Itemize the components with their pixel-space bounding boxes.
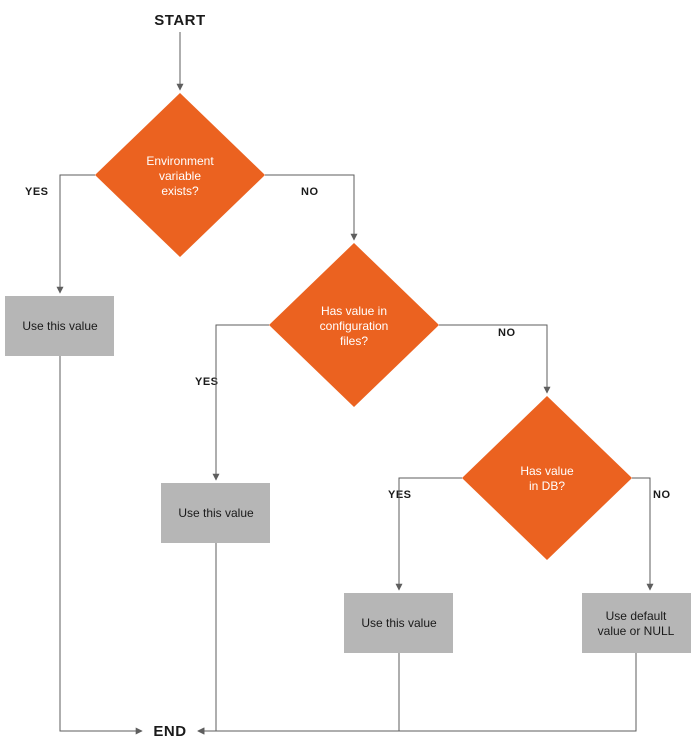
connector-config-no xyxy=(439,325,547,393)
branch-db-no: NO xyxy=(653,489,671,501)
connector-db-no xyxy=(632,478,650,590)
process-use1: Use this value xyxy=(5,296,114,356)
decision-db-line2: in DB? xyxy=(529,479,565,493)
decision-db-line1: Has value xyxy=(520,464,574,478)
branch-env-yes: YES xyxy=(25,186,49,198)
decision-env: Environment variable exists? xyxy=(95,93,265,257)
decision-config-line2: configuration xyxy=(320,319,389,333)
connector-default-to-end xyxy=(198,653,636,731)
connector-env-yes xyxy=(60,175,95,293)
process-default-line1: Use default xyxy=(606,609,667,623)
decision-env-line2: variable xyxy=(159,169,201,183)
start-label: START xyxy=(154,12,205,29)
decision-config-line3: files? xyxy=(340,334,368,348)
decision-env-line3: exists? xyxy=(161,184,199,198)
process-use1-text: Use this value xyxy=(22,319,98,333)
process-use2-text: Use this value xyxy=(178,506,254,520)
decision-db: Has value in DB? xyxy=(462,396,632,560)
process-use3-text: Use this value xyxy=(361,616,437,630)
process-default-line2: value or NULL xyxy=(598,624,675,638)
connector-env-no xyxy=(265,175,354,240)
decision-config: Has value in configuration files? xyxy=(269,243,439,407)
connector-use2-to-end xyxy=(198,543,216,731)
process-default: Use default value or NULL xyxy=(582,593,691,653)
flowchart: START Environment variable exists? YES U… xyxy=(0,0,700,748)
connector-config-yes xyxy=(216,325,269,480)
decision-env-line1: Environment xyxy=(146,154,214,168)
end-label: END xyxy=(153,723,186,740)
branch-config-no: NO xyxy=(498,327,516,339)
connector-use3-to-end xyxy=(198,653,399,731)
decision-config-line1: Has value in xyxy=(321,304,387,318)
connector-use1-to-end xyxy=(60,356,142,731)
branch-env-no: NO xyxy=(301,186,319,198)
process-use3: Use this value xyxy=(344,593,453,653)
branch-config-yes: YES xyxy=(195,376,219,388)
process-use2: Use this value xyxy=(161,483,270,543)
branch-db-yes: YES xyxy=(388,489,412,501)
